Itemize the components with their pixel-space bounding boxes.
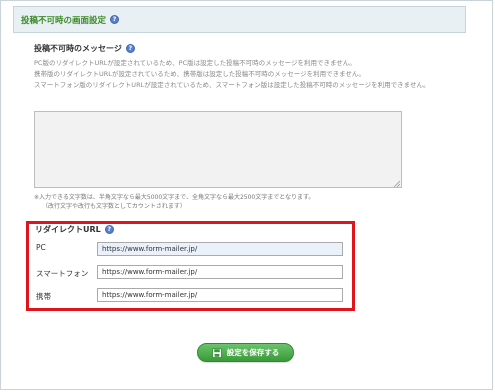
- notice-line: スマートフォン版のリダイレクトURLが設定されているため、スマートフォン版は設定…: [34, 81, 430, 89]
- char-limit-note: ※入力できる文字数は、半角文字なら最大5000文字まで、全角文字なら最大2500…: [34, 193, 464, 211]
- help-icon[interactable]: ?: [110, 15, 120, 24]
- save-settings-button[interactable]: 設定を保存する: [197, 343, 294, 362]
- smartphone-redirect-url-input[interactable]: [97, 265, 343, 279]
- message-label: 投稿不可時のメッセージ ?: [34, 43, 135, 54]
- smartphone-label: スマートフォン: [36, 269, 89, 278]
- save-icon: [211, 347, 222, 358]
- notice-line: PC版のリダイレクトURLが設定されているため、PC版は設定した投稿不可時のメッ…: [34, 59, 356, 67]
- mobile-label: 携帯: [36, 292, 51, 301]
- pc-label: PC: [36, 243, 46, 252]
- redirect-notice: PC版のリダイレクトURLが設定されているため、PC版は設定した投稿不可時のメッ…: [34, 58, 466, 91]
- message-label-text: 投稿不可時のメッセージ: [34, 44, 122, 53]
- redirect-url-title-text: リダイレクトURL: [35, 225, 101, 234]
- pc-redirect-url-input[interactable]: [97, 242, 343, 256]
- message-textarea[interactable]: [34, 111, 402, 188]
- resize-grip-icon[interactable]: [393, 180, 400, 187]
- notice-line: 携帯版のリダイレクトURLが設定されているため、携帯版は設定した投稿不可時のメッ…: [34, 70, 365, 78]
- mobile-redirect-url-input[interactable]: [97, 288, 343, 302]
- help-icon[interactable]: ?: [125, 44, 135, 53]
- redirect-url-title: リダイレクトURL ?: [35, 224, 114, 235]
- section-header: 投稿不可時の画面設定 ?: [13, 6, 466, 33]
- help-icon[interactable]: ?: [104, 225, 114, 234]
- section-title: 投稿不可時の画面設定: [21, 15, 107, 26]
- save-button-label: 設定を保存する: [226, 348, 280, 357]
- char-note-line: （改行文字や改行も文字数としてカウントされます）: [42, 203, 186, 210]
- char-note-line: ※入力できる文字数は、半角文字なら最大5000文字まで、全角文字なら最大2500…: [34, 194, 315, 201]
